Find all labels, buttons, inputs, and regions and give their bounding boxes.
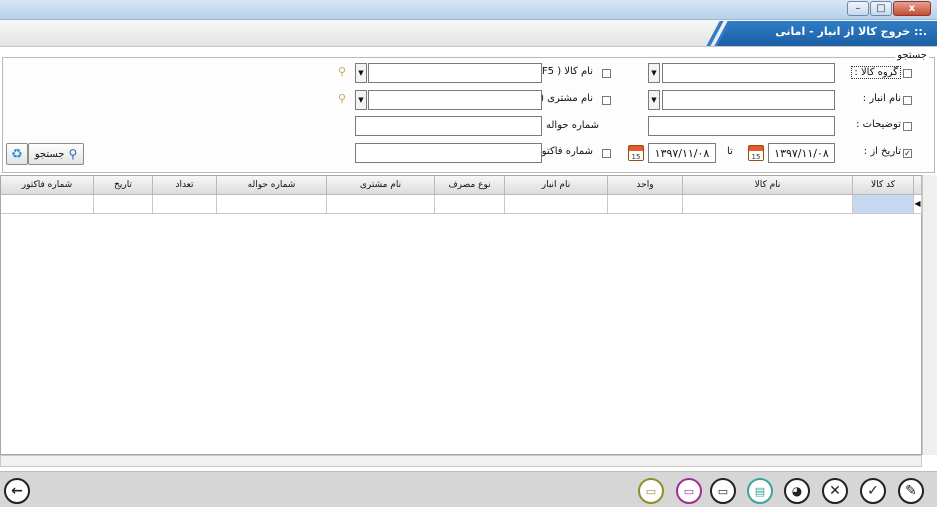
search-icon: ⚲ (68, 147, 78, 161)
grid-cell[interactable] (683, 195, 853, 214)
results-grid[interactable]: کد کالا نام کالا واحد نام انبار نوع مصرف… (0, 175, 922, 455)
row-pointer-icon[interactable]: ◀ (914, 195, 922, 214)
minimize-button[interactable]: – (847, 1, 869, 16)
check-icon[interactable]: ✓ (860, 478, 886, 504)
grid-header[interactable]: کد کالا (853, 176, 914, 195)
product-name-label: نام کالا ( F5 ) (535, 66, 593, 77)
grid-header[interactable]: شماره فاکتور (1, 176, 94, 195)
grid-cell[interactable] (435, 195, 505, 214)
grid-cell[interactable] (94, 195, 153, 214)
search-button-label: جستجو (34, 148, 65, 160)
grid-header[interactable]: تاریخ (94, 176, 153, 195)
printer-pink-icon[interactable]: ▭ (676, 478, 702, 504)
product-name-select[interactable] (368, 63, 542, 83)
date-to-input[interactable]: ۱۳۹۷/۱۱/۰۸ (648, 143, 716, 163)
grid-cell[interactable] (153, 195, 217, 214)
description-label: توضیحات : (856, 119, 901, 130)
search-icon[interactable]: ⚲ (338, 65, 346, 78)
description-input[interactable] (648, 116, 835, 136)
printer-olive-icon[interactable]: ▭ (638, 478, 664, 504)
product-group-label: گروه کالا : (851, 66, 901, 79)
form-title: .:: خروج کالا از انبار - امانی (775, 25, 927, 38)
grid-cell[interactable] (217, 195, 327, 214)
window-controls: – □ x (846, 1, 931, 17)
vertical-scrollbar[interactable] (922, 175, 937, 455)
grid-header[interactable]: نام انبار (505, 176, 608, 195)
chevron-down-icon[interactable]: ▼ (355, 90, 367, 110)
grid-header[interactable]: شماره حواله (217, 176, 327, 195)
maximize-button[interactable]: □ (870, 1, 892, 16)
search-button[interactable]: ⚲ جستجو (28, 143, 84, 165)
warehouse-label: نام انبار : (862, 93, 901, 104)
window-titlebar: – □ x (0, 0, 937, 20)
date-to-label: تا (727, 146, 733, 157)
date-from-label: تاریخ از : (863, 146, 901, 157)
grid-cell[interactable] (608, 195, 683, 214)
grid-cell[interactable] (1, 195, 94, 214)
grid-header[interactable]: نوع مصرف (435, 176, 505, 195)
warehouse-select[interactable] (662, 90, 835, 110)
refresh-icon: ♻ (11, 146, 23, 162)
grid-cell[interactable] (505, 195, 608, 214)
user-clock-icon[interactable]: ◕ (784, 478, 810, 504)
customer-name-checkbox[interactable] (602, 96, 611, 105)
grid-cell[interactable] (327, 195, 435, 214)
description-checkbox[interactable] (903, 122, 912, 131)
invoice-no-checkbox[interactable] (602, 149, 611, 158)
product-group-checkbox[interactable] (903, 69, 912, 78)
search-legend: جستجو (895, 50, 929, 61)
report-icon[interactable]: ▤ (747, 478, 773, 504)
back-arrow-icon[interactable]: ← (4, 478, 30, 504)
warehouse-checkbox[interactable] (903, 96, 912, 105)
grid-header[interactable]: نام مشتری (327, 176, 435, 195)
pencil-icon[interactable]: ✎ (898, 478, 924, 504)
horizontal-scrollbar[interactable] (0, 455, 922, 467)
calendar-icon[interactable]: 15 (628, 145, 644, 161)
chevron-down-icon[interactable]: ▼ (648, 63, 660, 83)
grid-header[interactable]: واحد (608, 176, 683, 195)
grid-header[interactable]: تعداد (153, 176, 217, 195)
grid-header[interactable]: نام کالا (683, 176, 853, 195)
chevron-down-icon[interactable]: ▼ (648, 90, 660, 110)
cancel-icon[interactable]: ✕ (822, 478, 848, 504)
date-checkbox[interactable]: ✓ (903, 149, 912, 158)
printer-icon[interactable]: ▭ (710, 478, 736, 504)
row-selector-header (914, 176, 922, 195)
date-from-input[interactable]: ۱۳۹۷/۱۱/۰۸ (768, 143, 835, 163)
product-name-checkbox[interactable] (602, 69, 611, 78)
invoice-no-input[interactable] (355, 143, 542, 163)
grid-cell[interactable] (853, 195, 914, 214)
customer-name-select[interactable] (368, 90, 542, 110)
transfer-no-label: شماره حواله : (539, 120, 599, 131)
refresh-button[interactable]: ♻ (6, 143, 28, 165)
product-group-select[interactable] (662, 63, 835, 83)
search-icon[interactable]: ⚲ (338, 92, 346, 105)
transfer-no-input[interactable] (355, 116, 542, 136)
chevron-down-icon[interactable]: ▼ (355, 63, 367, 83)
calendar-icon[interactable]: 15 (748, 145, 764, 161)
close-button[interactable]: x (893, 1, 931, 16)
